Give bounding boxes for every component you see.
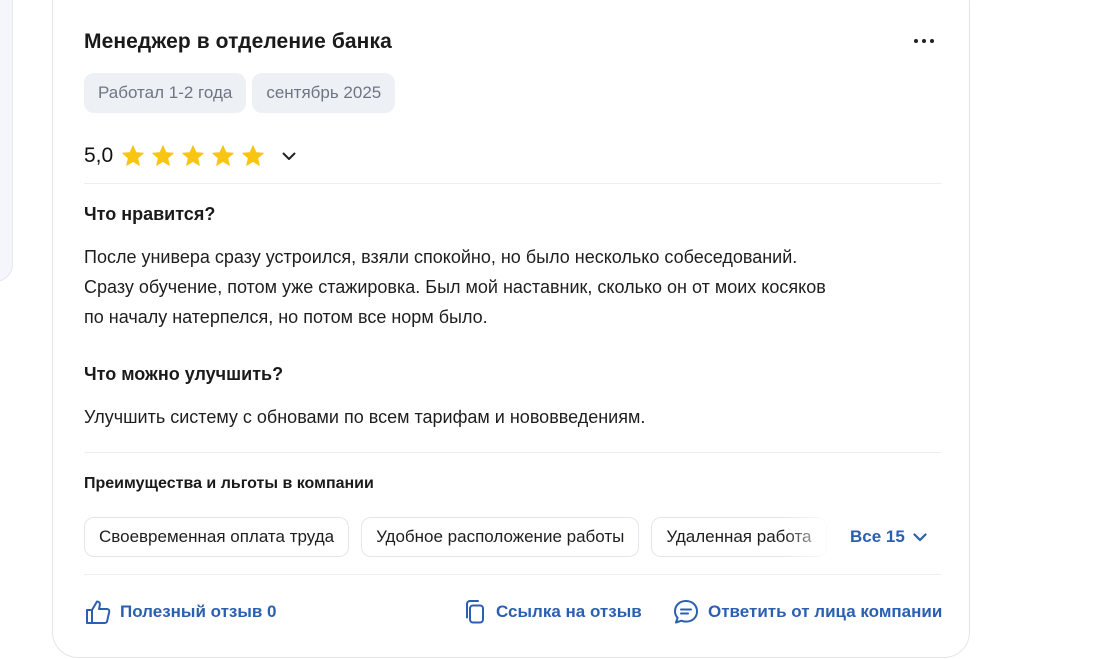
rating-stars <box>121 144 265 168</box>
copy-review-link-button[interactable]: Ссылка на отзыв <box>462 596 642 628</box>
star-icon <box>151 144 175 168</box>
star-icon <box>241 144 265 168</box>
star-icon <box>211 144 235 168</box>
reply-as-company-button[interactable]: Ответить от лица компании <box>672 596 942 628</box>
benefits-chips: Своевременная оплата труда Удобное распо… <box>84 517 844 557</box>
more-menu-button[interactable] <box>906 28 942 54</box>
divider <box>84 183 941 184</box>
likes-text: После универа сразу устроился, взяли спо… <box>84 242 944 332</box>
rating-details-toggle[interactable] <box>279 146 299 166</box>
rating-row: 5,0 <box>84 140 299 172</box>
chevron-down-icon <box>913 532 927 541</box>
review-title: Менеджер в отделение банка <box>84 30 392 53</box>
copy-icon <box>466 600 484 624</box>
tag-review-date: сентябрь 2025 <box>252 73 396 113</box>
divider <box>84 574 941 575</box>
review-content: Менеджер в отделение банка Работал 1-2 г… <box>84 0 944 659</box>
helpful-review-button[interactable]: Полезный отзыв 0 <box>84 596 277 628</box>
benefit-chip[interactable]: Удобное расположение работы <box>361 517 640 557</box>
tag-work-duration: Работал 1-2 года <box>84 73 247 113</box>
improve-heading: Что можно улучшить? <box>84 364 284 384</box>
copy-review-link-label: Ссылка на отзыв <box>496 602 642 621</box>
likes-heading: Что нравится? <box>84 204 216 224</box>
show-all-label: Все 15 <box>850 527 905 546</box>
chevron-down-icon <box>282 152 296 160</box>
review-actions: Полезный отзыв 0 Ссылка на отзыв Ответит… <box>84 596 942 628</box>
reply-as-company-label: Ответить от лица компании <box>708 602 943 621</box>
benefit-chip[interactable]: Своевременная оплата труда <box>84 517 350 557</box>
chips-fade-overlay <box>784 517 844 557</box>
star-icon <box>181 144 205 168</box>
likes-text-line: по началу натерпелся, но потом все норм … <box>84 307 488 327</box>
helpful-review-label: Полезный отзыв 0 <box>120 602 277 621</box>
more-horizontal-icon <box>914 39 918 43</box>
likes-text-line: Сразу обучение, потом уже стажировка. Бы… <box>84 277 826 297</box>
side-panel-edge <box>0 0 13 282</box>
divider <box>84 452 941 453</box>
review-tags: Работал 1-2 года сентябрь 2025 <box>84 73 396 113</box>
star-icon <box>121 144 145 168</box>
show-all-benefits-button[interactable]: Все 15 <box>850 517 927 557</box>
rating-value: 5,0 <box>84 144 114 167</box>
improve-text: Улучшить систему с обновами по всем тари… <box>84 402 944 432</box>
improve-text-line: Улучшить систему с обновами по всем тари… <box>84 407 646 427</box>
chat-bubble-icon <box>674 600 698 624</box>
thumbs-up-icon <box>86 600 111 624</box>
benefits-heading: Преимущества и льготы в компании <box>84 475 374 492</box>
likes-text-line: После универа сразу устроился, взяли спо… <box>84 247 798 267</box>
